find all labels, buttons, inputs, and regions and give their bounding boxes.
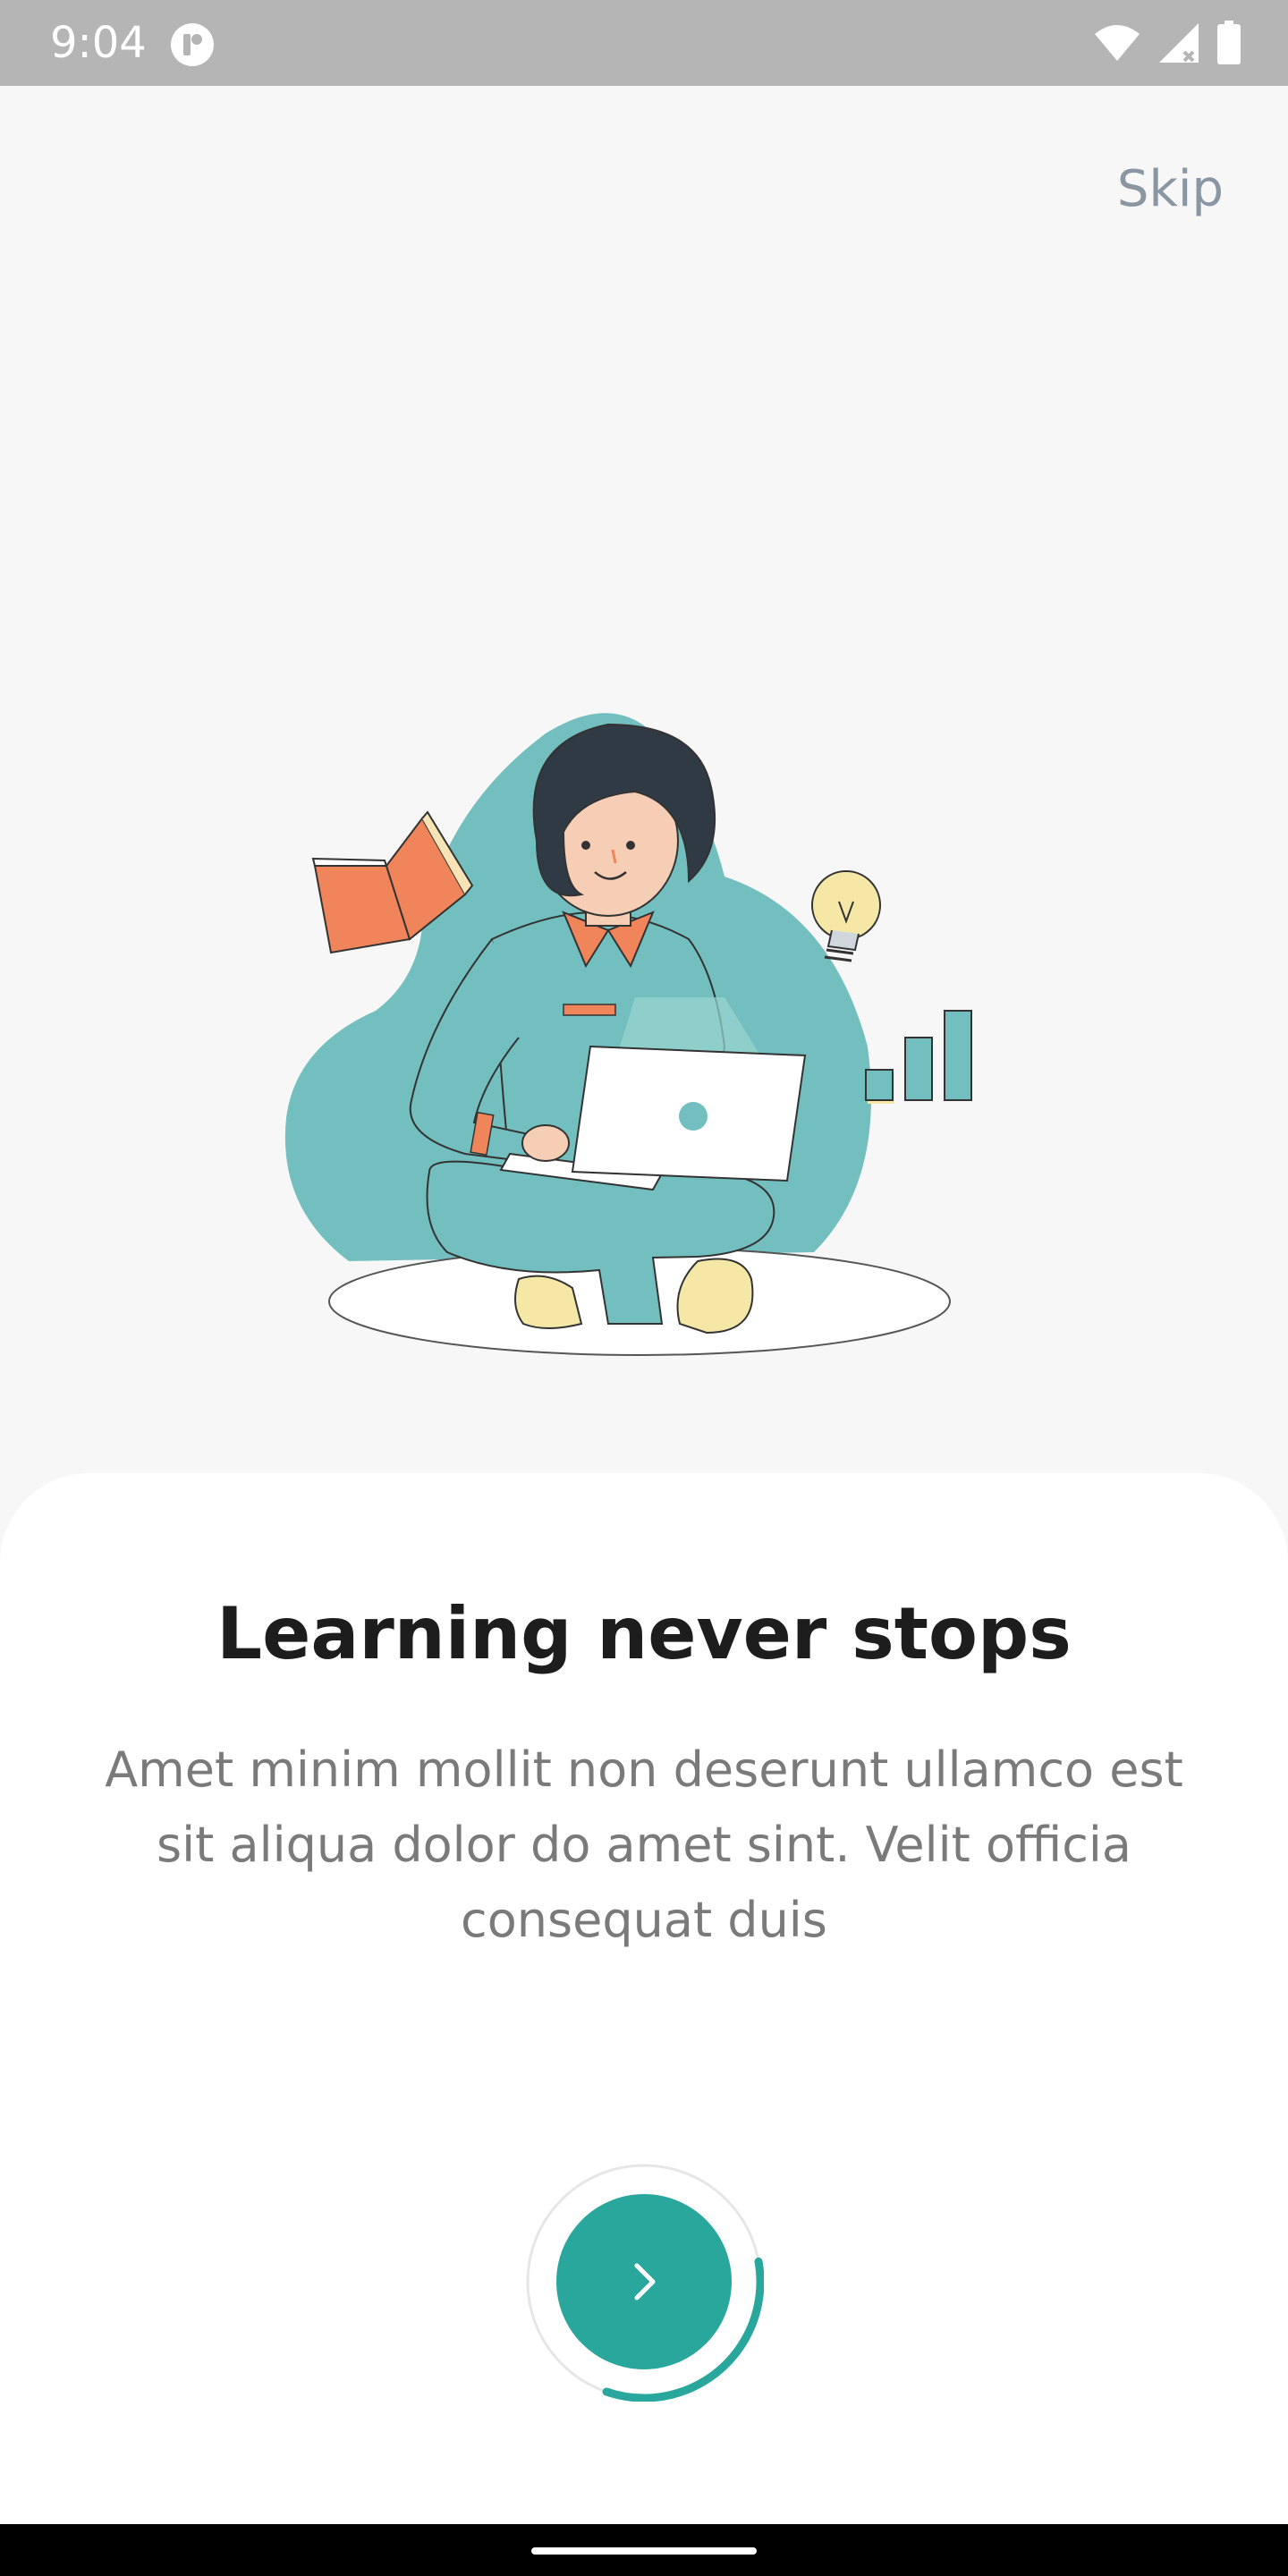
hand (521, 1124, 570, 1162)
next-button[interactable] (556, 2194, 732, 2369)
navigation-bar (0, 2524, 1288, 2576)
signal-icon (1159, 23, 1199, 63)
status-bar: 9:04 (0, 0, 1288, 86)
home-indicator[interactable] (531, 2547, 757, 2555)
wifi-icon (1095, 25, 1140, 61)
chevron-right-icon (634, 2263, 656, 2301)
battery-icon (1217, 21, 1241, 64)
onboarding-screen: 9:04 Skip Learning never stops Amet mini… (0, 0, 1288, 2576)
status-icons (1093, 20, 1241, 66)
learning-illustration (284, 713, 972, 1356)
light-bulb-icon (811, 870, 881, 962)
pocket (563, 1004, 616, 1016)
content-card: Learning never stops Amet minim mollit n… (0, 1473, 1288, 2524)
app-notification-icon (171, 23, 214, 66)
status-time: 9:04 (50, 18, 147, 68)
next-button-container (524, 2162, 764, 2402)
bar-chart-icon (865, 1010, 972, 1104)
page-description: Amet minim mollit non deserunt ullamco e… (105, 1741, 1183, 1948)
page-title: Learning never stops (216, 1592, 1072, 1675)
skip-button[interactable]: Skip (1117, 157, 1224, 222)
